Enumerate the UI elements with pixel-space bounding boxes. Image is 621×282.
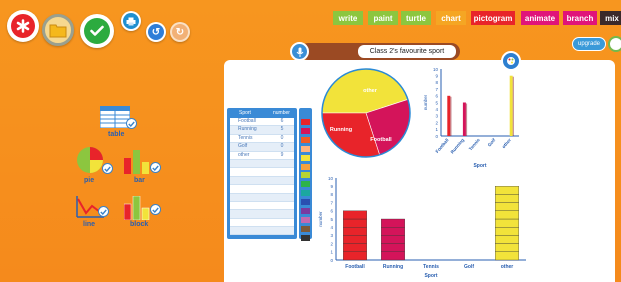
y-tick-label: 3 xyxy=(435,114,438,119)
charts-layer: otherRunningFootball012345678910numberFo… xyxy=(318,67,526,279)
bar-block xyxy=(343,235,367,244)
bar-block xyxy=(495,210,519,220)
bar-block xyxy=(381,218,405,228)
x-axis-label: Sport xyxy=(473,163,486,169)
bar-block xyxy=(495,186,519,195)
bar-shadow xyxy=(450,96,452,136)
bar-block xyxy=(343,227,367,236)
bar-block xyxy=(495,235,519,244)
x-tick-label: Tennis xyxy=(423,264,439,270)
bar-block xyxy=(495,194,519,203)
x-tick-label: Running xyxy=(450,137,466,154)
y-tick-label: 10 xyxy=(433,67,439,72)
bar-block xyxy=(381,243,405,252)
bar-block xyxy=(381,227,405,236)
y-tick-label: 8 xyxy=(330,192,333,197)
y-tick-label: 6 xyxy=(435,94,438,99)
pie-label: other xyxy=(363,88,378,94)
bar-block xyxy=(381,251,405,261)
x-tick-label: Football xyxy=(434,137,449,154)
y-tick-label: 7 xyxy=(435,87,438,92)
bar xyxy=(509,75,513,136)
x-tick-label: Running xyxy=(383,264,403,270)
bar-block xyxy=(495,227,519,236)
y-tick-label: 4 xyxy=(330,225,333,230)
bar-block xyxy=(343,210,367,220)
bar-shadow xyxy=(465,103,468,136)
y-tick-label: 1 xyxy=(330,250,333,255)
y-tick-label: 0 xyxy=(435,134,438,139)
bar-block xyxy=(495,243,519,252)
y-tick-label: 2 xyxy=(435,120,438,125)
y-tick-label: 5 xyxy=(435,100,438,105)
bar-block xyxy=(495,251,519,261)
bar-block xyxy=(343,218,367,228)
y-tick-label: 6 xyxy=(330,209,333,214)
y-tick-label: 5 xyxy=(330,217,333,222)
y-tick-label: 7 xyxy=(330,200,333,205)
bar-block xyxy=(381,235,405,244)
y-tick-label: 9 xyxy=(330,184,333,189)
x-tick-label: Golf xyxy=(464,264,474,270)
palette-icon xyxy=(507,57,515,65)
bar-block xyxy=(343,251,367,261)
chart-settings-button[interactable] xyxy=(501,51,521,71)
y-tick-label: 0 xyxy=(330,258,333,263)
y-tick-label: 10 xyxy=(328,176,334,181)
x-tick-label: Tennis xyxy=(468,137,481,151)
bar xyxy=(462,102,466,136)
bar-block xyxy=(343,243,367,252)
y-tick-label: 1 xyxy=(435,127,438,132)
y-tick-label: 2 xyxy=(330,241,333,246)
y-axis-label: number xyxy=(318,211,323,227)
pie-label: Football xyxy=(370,137,392,143)
x-tick-label: Golf xyxy=(487,137,497,147)
y-tick-label: 3 xyxy=(330,233,333,238)
x-tick-label: other xyxy=(501,137,512,149)
bar-block xyxy=(495,218,519,228)
bar-block xyxy=(495,202,519,211)
y-axis-label: number xyxy=(423,94,428,110)
x-axis-label: Sport xyxy=(424,273,437,279)
bar xyxy=(447,95,451,136)
y-tick-label: 9 xyxy=(435,74,438,79)
pie-label: Running xyxy=(330,127,352,133)
y-tick-label: 4 xyxy=(435,107,438,112)
x-tick-label: other xyxy=(501,264,514,270)
x-tick-label: Football xyxy=(345,264,365,270)
y-tick-label: 8 xyxy=(435,80,438,85)
bar-shadow xyxy=(512,76,514,136)
